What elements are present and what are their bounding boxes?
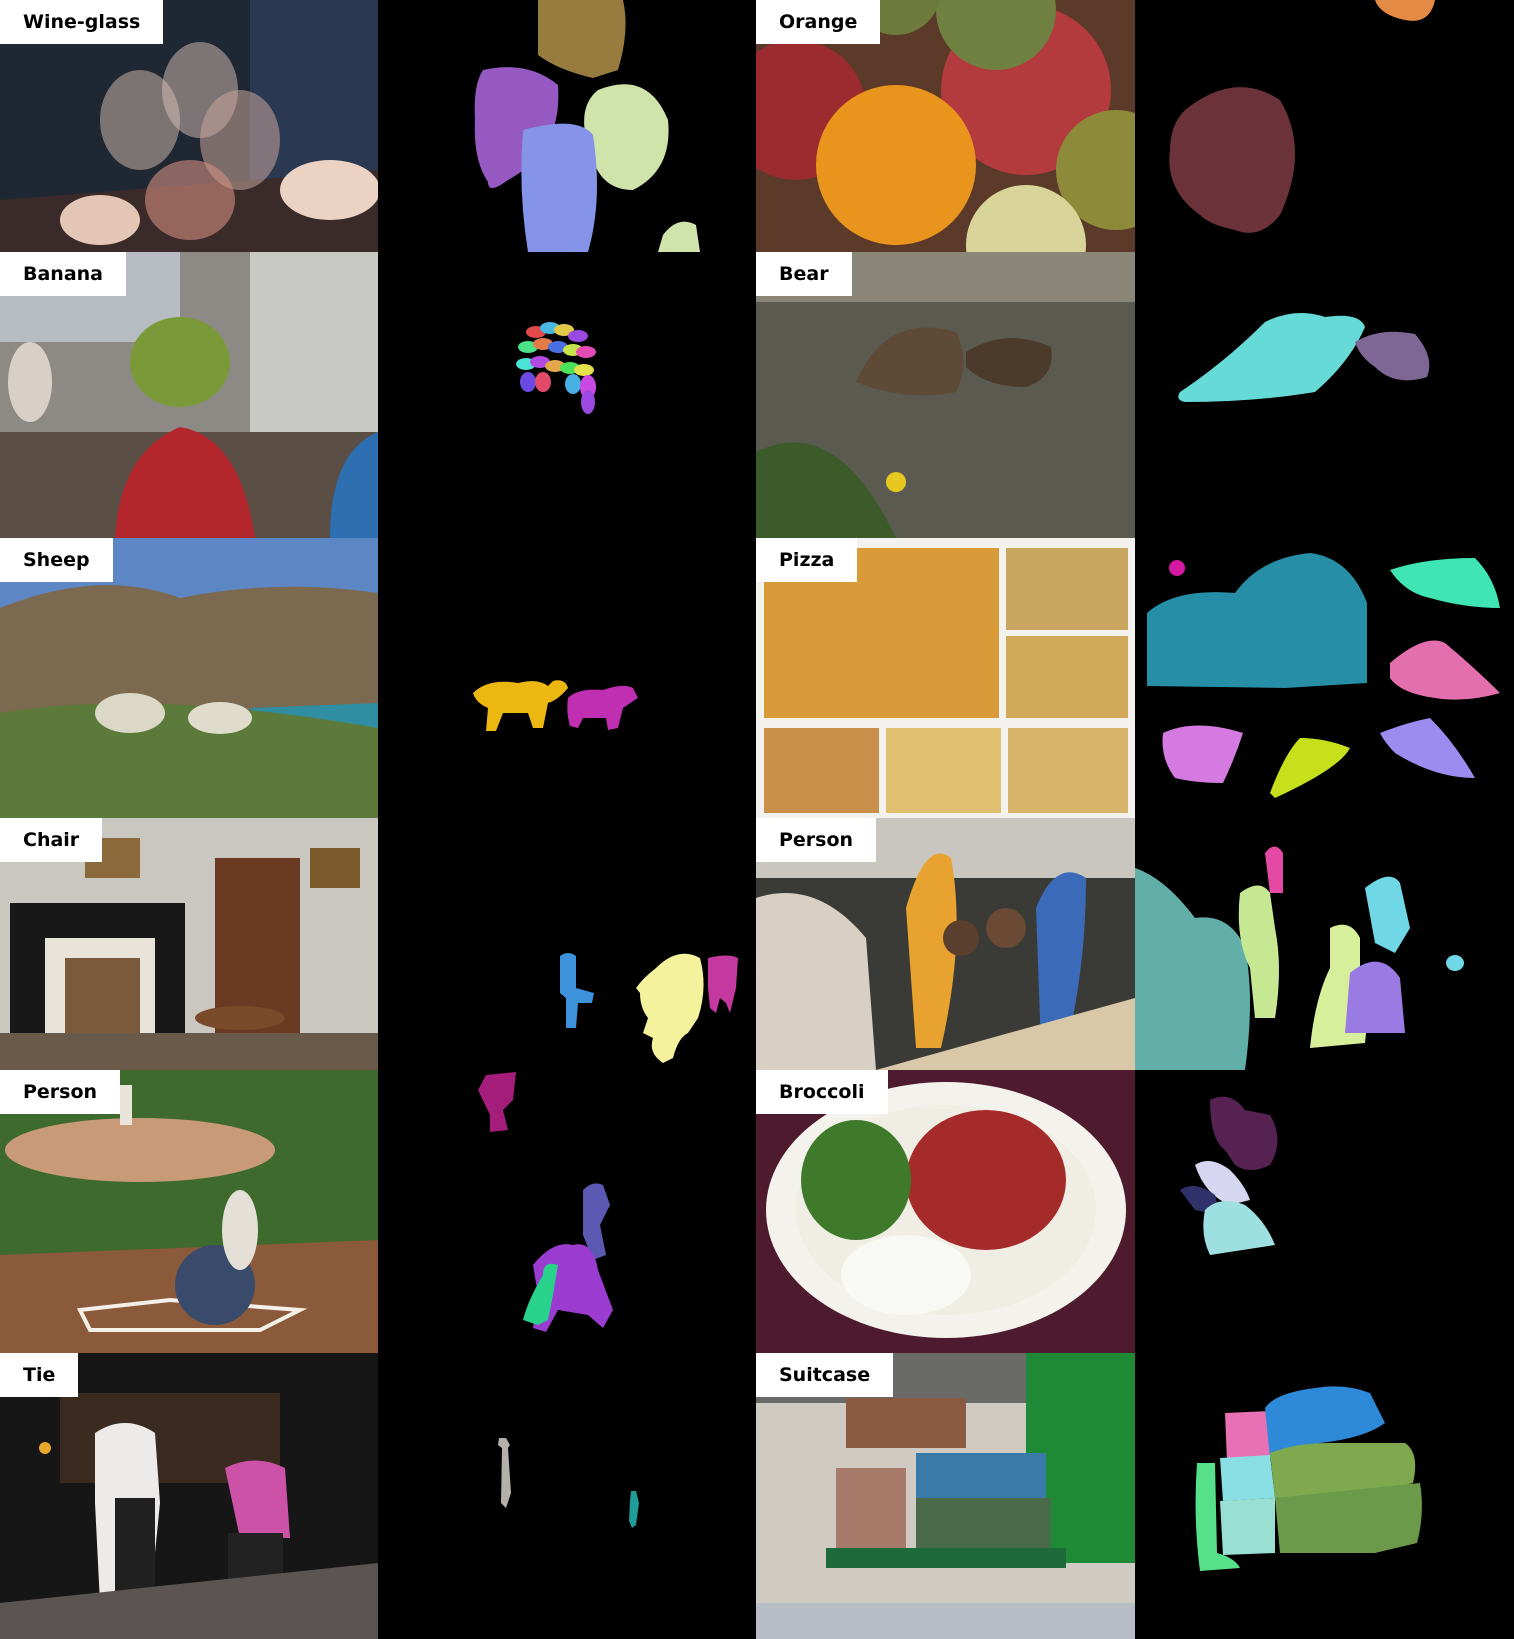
sheep-photo: Sheep [0,538,378,818]
panel-label: Chair [0,818,103,862]
person-baseball-photo: Person [0,1070,378,1353]
person-surf-photo: Person [756,818,1135,1070]
wine-glass-photo: Wine-glass [0,0,378,252]
suitcase-photo: Suitcase [756,1353,1135,1639]
chair-mask [378,818,756,1070]
sheep-mask [378,538,756,818]
panel-label: Person [756,818,877,862]
panel-label: Broccoli [756,1070,888,1114]
person-surf-mask [1135,818,1514,1070]
orange-photo: Orange [756,0,1135,252]
pizza-mask [1135,538,1514,818]
panel-label: Banana [0,252,126,296]
panel-label: Sheep [0,538,113,582]
chair-photo: Chair [0,818,378,1070]
panel-label: Bear [756,252,852,296]
panel-label: Suitcase [756,1353,894,1397]
panel-label: Pizza [756,538,858,582]
wine-glass-mask [378,0,756,252]
pizza-photo: Pizza [756,538,1135,818]
orange-mask [1135,0,1514,252]
panel-label: Orange [756,0,881,44]
panel-label: Tie [0,1353,79,1397]
panel-label: Person [0,1070,121,1114]
banana-mask [378,252,756,538]
panel-label: Wine-glass [0,0,164,44]
tie-photo: Tie [0,1353,378,1639]
bear-photo: Bear [756,252,1135,538]
banana-photo: Banana [0,252,378,538]
person-baseball-mask [378,1070,756,1353]
suitcase-mask [1135,1353,1514,1639]
broccoli-photo: Broccoli [756,1070,1135,1353]
broccoli-mask [1135,1070,1514,1353]
tie-mask [378,1353,756,1639]
bear-mask [1135,252,1514,538]
